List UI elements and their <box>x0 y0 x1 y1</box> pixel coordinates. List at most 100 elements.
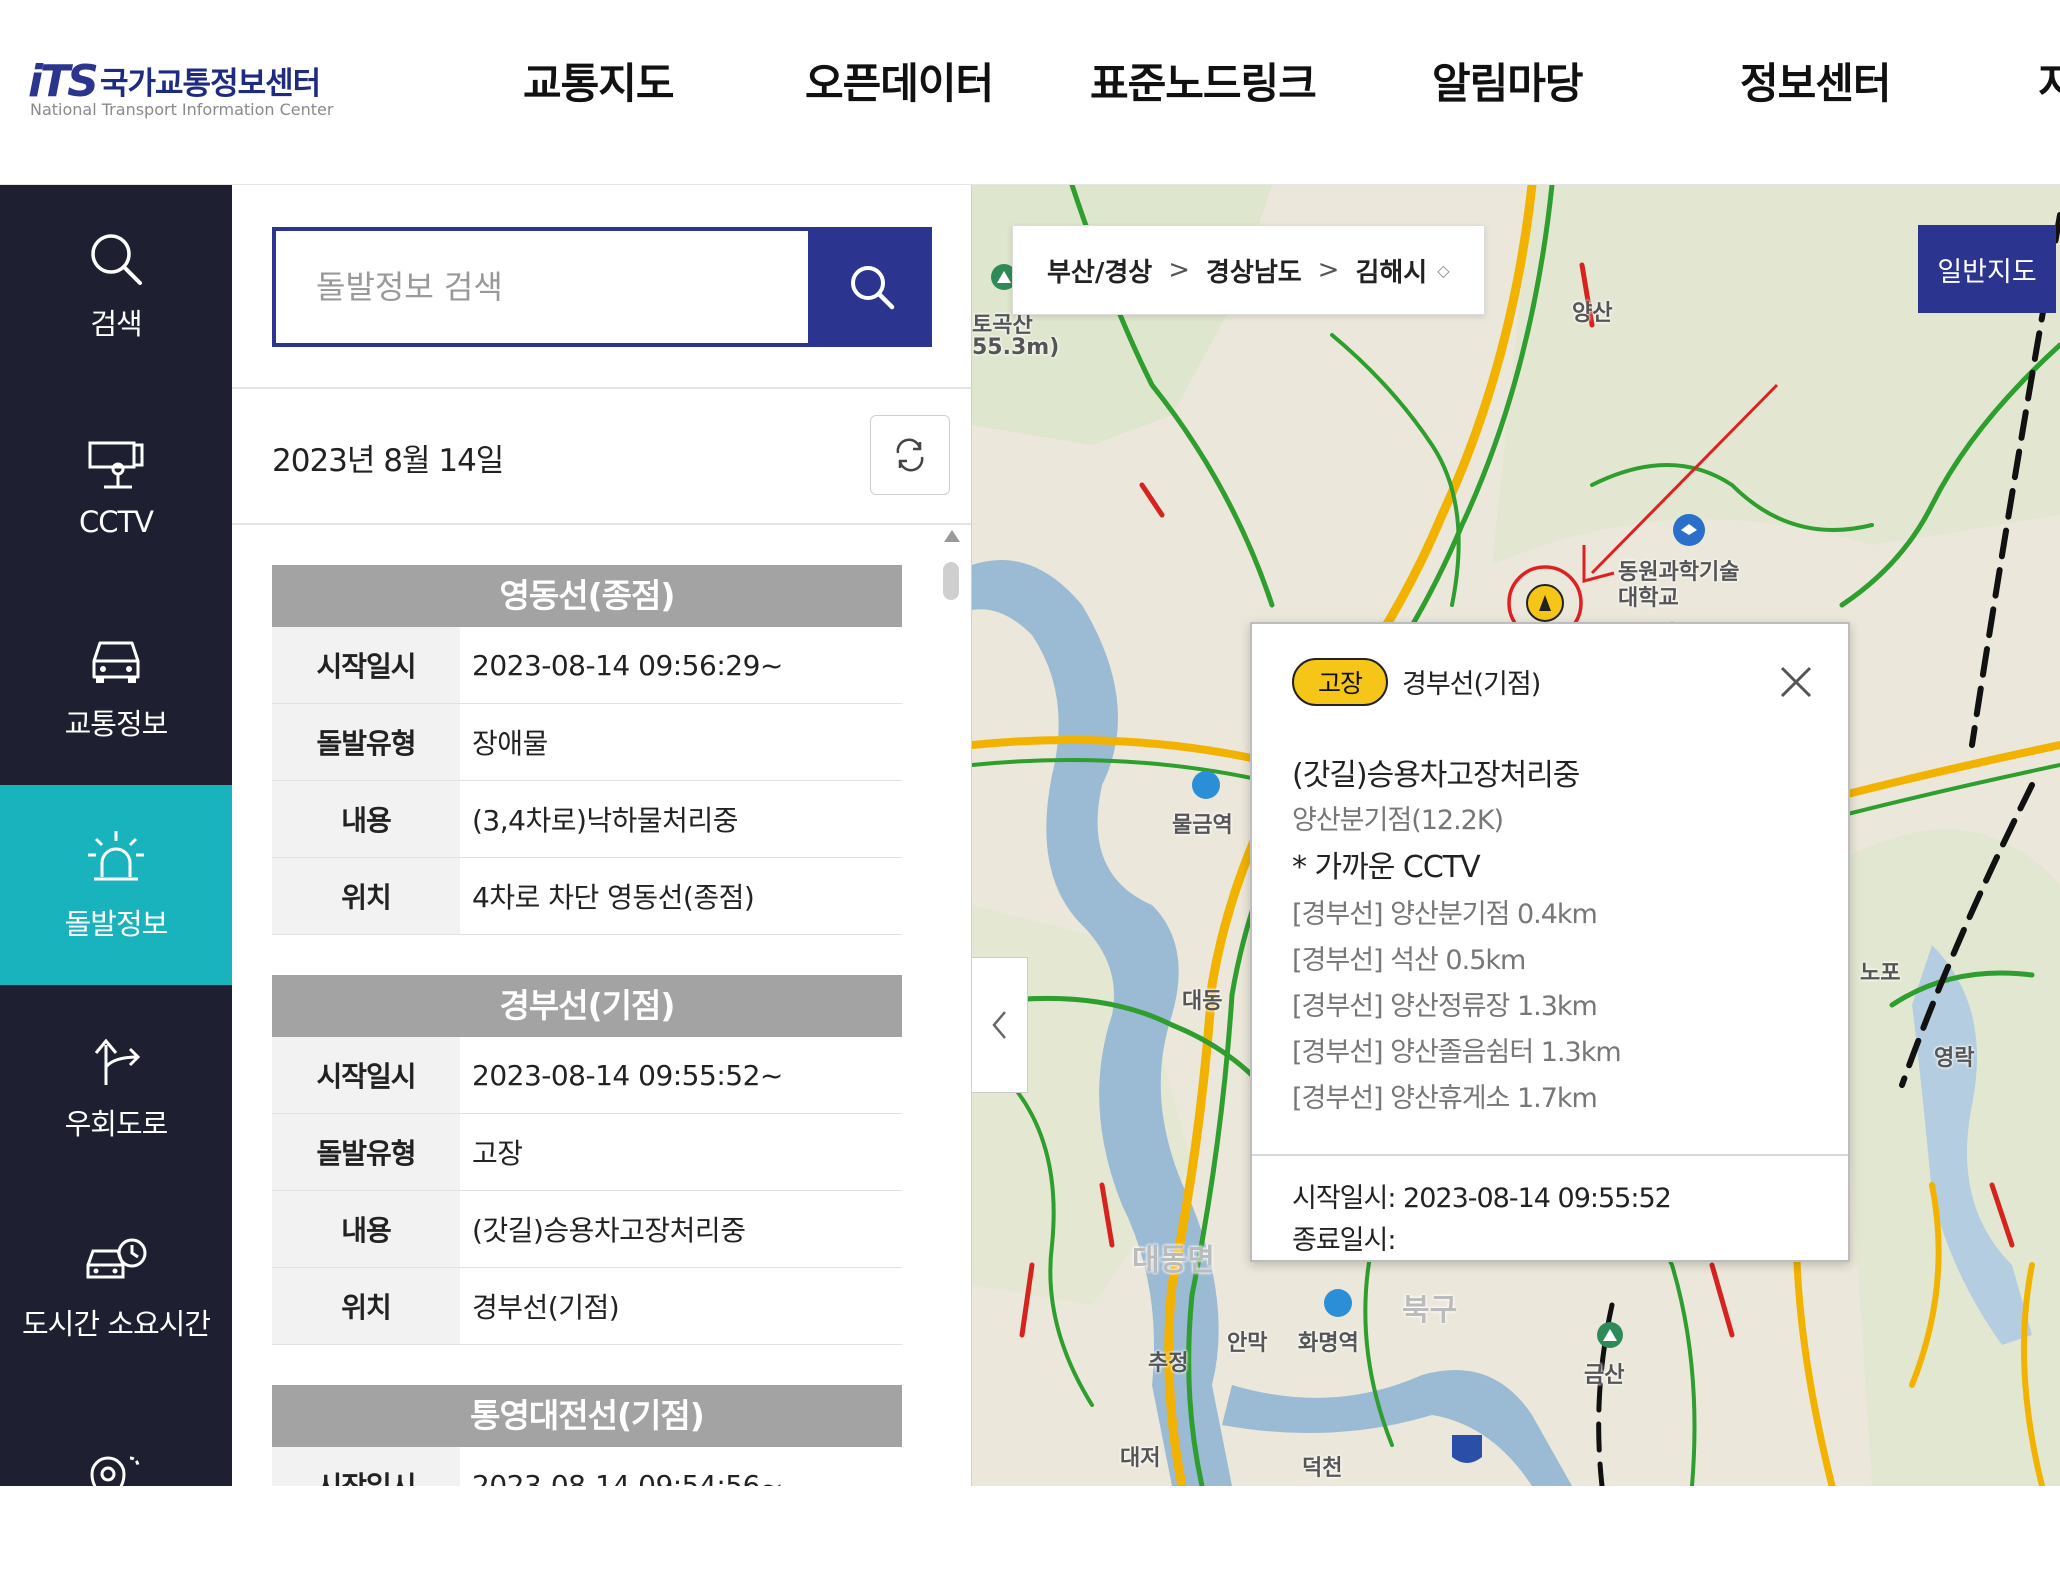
field-label: 위치 <box>272 858 460 934</box>
incident-content: (3,4차로)낙하물처리중 <box>472 804 738 837</box>
traffic-map[interactable]: 양산 물금역 대동 대동면 안막 화명역 북구 금산 추정 대저 덕천 영락 노… <box>972 185 2060 1486</box>
scroll-thumb[interactable] <box>943 562 959 600</box>
sidebar-item-location[interactable] <box>0 1385 232 1585</box>
incident-type: 고장 <box>472 1137 523 1170</box>
field-label: 내용 <box>272 781 460 857</box>
map-label-yeongrak: 영락 <box>1934 1046 1975 1071</box>
popup-content: (갓길)승용차고장처리중 <box>1292 758 1580 793</box>
left-sidebar: 검색 CCTV 교통정보 돌발정보 우회도로 도시간 소요시간 <box>0 185 232 1507</box>
nearby-cctv-list: [경부선] 양산분기점 0.4km [경부선] 석산 0.5km [경부선] 양… <box>1292 892 1622 1122</box>
sidebar-item-search[interactable]: 검색 <box>0 185 232 385</box>
divider <box>1252 1154 1848 1156</box>
detour-icon <box>94 1038 141 1085</box>
incident-card[interactable]: 경부선(기점) 시작일시 2023-08-14 09:55:52~ 돌발유형 고장 … <box>272 975 902 1345</box>
cctv-link[interactable]: [경부선] 양산휴게소 1.7km <box>1292 1076 1621 1122</box>
map-label-yangsan: 양산 <box>1572 301 1613 326</box>
search-button[interactable] <box>812 227 932 347</box>
table-row: 시작일시 2023-08-14 09:54:56~ <box>272 1447 902 1486</box>
incident-search-input[interactable] <box>276 231 808 343</box>
divider <box>232 387 971 389</box>
sidebar-item-traffic-info[interactable]: 교통정보 <box>0 585 232 785</box>
car-clock-icon <box>86 1238 147 1279</box>
cctv-link[interactable]: [경부선] 양산정류장 1.3km <box>1292 984 1621 1030</box>
table-row: 돌발유형 고장 <box>272 1114 902 1191</box>
cctv-link[interactable]: [경부선] 석산 0.5km <box>1292 938 1621 984</box>
cctv-link[interactable]: [경부선] 양산분기점 0.4km <box>1292 892 1621 938</box>
breadcrumb-dropdown-icon[interactable]: ◇ <box>1437 261 1449 280</box>
sidebar-item-label: 검색 <box>90 307 142 341</box>
sidebar-item-cctv[interactable]: CCTV <box>0 385 232 585</box>
search-icon <box>91 234 142 285</box>
nav-more[interactable]: 지 <box>2038 50 2060 111</box>
table-row: 돌발유형 장애물 <box>272 704 902 781</box>
incident-title: 경부선(기점) <box>272 975 902 1037</box>
breadcrumb-city[interactable]: 김해시 <box>1355 252 1427 289</box>
nav-traffic-map[interactable]: 교통지도 <box>523 50 675 110</box>
incident-card[interactable]: 통영대전선(기점) 시작일시 2023-08-14 09:54:56~ <box>272 1385 902 1486</box>
cctv-link[interactable]: [경부선] 양산졸음쉼터 1.3km <box>1292 1030 1622 1076</box>
sidebar-item-label: CCTV <box>78 505 154 539</box>
sidebar-item-label: 우회도로 <box>64 1107 169 1141</box>
table-row: 위치 4차로 차단 영동선(종점) <box>272 858 902 935</box>
incident-start: 2023-08-14 09:56:29~ <box>472 648 783 682</box>
field-label: 시작일시 <box>272 1447 460 1486</box>
field-label: 시작일시 <box>272 1037 460 1113</box>
chevron-left-icon <box>991 1011 1006 1039</box>
site-logo[interactable]: iTS 국가교통정보센터 National Transport Informat… <box>28 54 333 124</box>
refresh-icon <box>896 438 924 472</box>
popup-end-time: 종료일시: <box>1292 1225 1396 1256</box>
field-label: 내용 <box>272 1191 460 1267</box>
close-icon[interactable] <box>1774 660 1818 704</box>
incident-popup: 고장 경부선(기점) (갓길)승용차고장처리중 양산분기점(12.2K) * 가… <box>1250 622 1850 1262</box>
top-header: iTS 국가교통정보센터 National Transport Informat… <box>0 0 2060 185</box>
map-label-daedong-myeon: 대동면 <box>1132 1243 1215 1278</box>
logo-title: 국가교통정보센터 <box>100 66 321 102</box>
nav-notice[interactable]: 알림마당 <box>1432 50 1584 111</box>
panel-scrollbar[interactable] <box>942 530 962 1486</box>
sidebar-item-incident[interactable]: 돌발정보 <box>0 785 232 985</box>
incident-date: 2023년 8월 14일 <box>272 443 504 479</box>
incident-title: 영동선(종점) <box>272 565 902 627</box>
logo-subtitle: National Transport Information Center <box>30 100 334 119</box>
field-label: 시작일시 <box>272 627 460 703</box>
main-nav: 교통지도 오픈데이터 표준노드링크 알림마당 정보센터 지 <box>470 50 2060 110</box>
map-label-geumsan: 금산 <box>1584 1363 1625 1388</box>
incident-location: 4차로 차단 영동선(종점) <box>472 881 755 914</box>
scroll-up-arrow[interactable] <box>944 530 960 542</box>
incident-content: (갓길)승용차고장처리중 <box>472 1214 746 1247</box>
incident-card[interactable]: 영동선(종점) 시작일시 2023-08-14 09:56:29~ 돌발유형 장애물… <box>272 565 902 935</box>
field-label: 돌발유형 <box>272 1114 460 1190</box>
incident-title: 통영대전선(기점) <box>272 1385 902 1447</box>
sidebar-item-label: 교통정보 <box>64 707 169 741</box>
incident-panel: 2023년 8월 14일 영동선(종점) 시작일시 2023-08-14 09:5… <box>232 185 972 1486</box>
sidebar-item-label: 도시간 소요시간 <box>22 1307 211 1341</box>
map-label-bukgu: 북구 <box>1402 1293 1458 1328</box>
nav-info-center[interactable]: 정보센터 <box>1740 50 1892 111</box>
sidebar-item-detour[interactable]: 우회도로 <box>0 985 232 1185</box>
search-box <box>272 227 812 347</box>
panel-collapse-button[interactable] <box>972 957 1028 1093</box>
map-label-elevation: 55.3m) <box>972 335 1060 360</box>
breadcrumb-region[interactable]: 부산/경상 <box>1047 252 1152 289</box>
nav-standard-node-link[interactable]: 표준노드링크 <box>1090 50 1317 111</box>
refresh-button[interactable] <box>870 415 950 495</box>
map-label-daejeo: 대저 <box>1120 1446 1161 1471</box>
nav-open-data[interactable]: 오픈데이터 <box>805 50 994 111</box>
popup-sub-location: 양산분기점(12.2K) <box>1292 805 1504 836</box>
map-label-deokcheon: 덕천 <box>1302 1456 1343 1481</box>
map-label-chujeong: 추정 <box>1148 1351 1189 1376</box>
location-icon <box>90 1456 140 1507</box>
map-label-daedong: 대동 <box>1182 989 1223 1014</box>
map-label-anmak: 안막 <box>1227 1331 1268 1356</box>
field-label: 위치 <box>272 1268 460 1344</box>
sidebar-item-intercity-time[interactable]: 도시간 소요시간 <box>0 1185 232 1385</box>
breadcrumb-province[interactable]: 경상남도 <box>1206 252 1302 289</box>
map-label-college: 동원과학기술대학교 <box>1618 560 1740 611</box>
popup-start-time: 시작일시: 2023-08-14 09:55:52 <box>1292 1183 1672 1214</box>
field-label: 돌발유형 <box>272 704 460 780</box>
popup-road-name: 경부선(기점) <box>1402 669 1541 700</box>
table-row: 내용 (갓길)승용차고장처리중 <box>272 1191 902 1268</box>
incident-list: 영동선(종점) 시작일시 2023-08-14 09:56:29~ 돌발유형 장애물… <box>272 565 902 1486</box>
map-label-nopo: 노포 <box>1860 961 1901 986</box>
map-type-button[interactable]: 일반지도 <box>1918 225 2056 313</box>
